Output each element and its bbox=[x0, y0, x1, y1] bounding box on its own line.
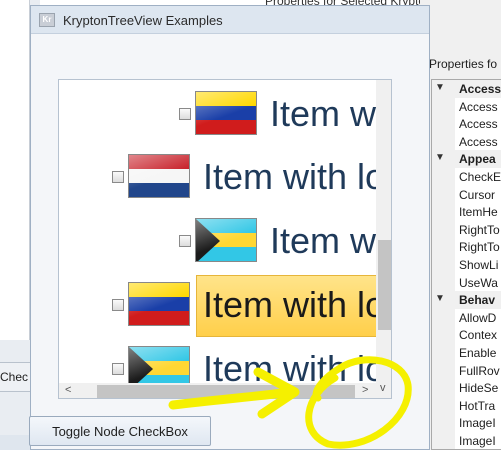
property-gutter bbox=[432, 220, 455, 239]
property-row[interactable]: AllowD bbox=[432, 308, 501, 327]
property-name: RightTo bbox=[459, 240, 500, 255]
property-gutter bbox=[432, 97, 455, 116]
property-row[interactable]: RightTo bbox=[432, 220, 501, 239]
collapse-icon[interactable]: ▼ bbox=[435, 293, 445, 304]
property-category[interactable]: ▼ Access bbox=[432, 80, 501, 98]
property-gutter bbox=[432, 256, 455, 274]
property-gutter bbox=[432, 203, 455, 222]
property-name: CheckE bbox=[459, 170, 501, 184]
property-name: RightTo bbox=[459, 222, 500, 237]
toggle-node-checkbox-button[interactable]: Toggle Node CheckBox bbox=[29, 416, 211, 446]
property-row[interactable]: HideSe bbox=[432, 379, 501, 398]
property-gutter bbox=[432, 238, 455, 257]
scrollbar-corner: v bbox=[376, 382, 391, 398]
property-gutter bbox=[432, 326, 455, 345]
bahamas-flag-icon bbox=[195, 218, 257, 262]
background-white-area bbox=[0, 0, 30, 340]
property-category-label: Behav bbox=[459, 293, 496, 308]
vertical-scroll-thumb[interactable] bbox=[378, 240, 391, 330]
property-gutter bbox=[432, 168, 455, 186]
property-row[interactable]: Cursor bbox=[432, 185, 501, 204]
property-gutter bbox=[432, 185, 455, 204]
property-name: ImageI bbox=[459, 434, 496, 448]
collapse-icon[interactable]: ▼ bbox=[435, 82, 445, 93]
property-row[interactable]: ShowLi bbox=[432, 256, 501, 274]
title-bar[interactable]: Kr KryptonTreeView Examples bbox=[31, 6, 429, 34]
venezuela-flag-icon bbox=[195, 91, 257, 135]
horizontal-scroll-thumb[interactable] bbox=[97, 385, 355, 398]
property-name: Access bbox=[459, 99, 498, 114]
property-row[interactable]: HotTra bbox=[432, 396, 501, 415]
node-label: Item with long text bbox=[270, 220, 391, 261]
collapse-icon[interactable]: ▼ bbox=[435, 152, 445, 163]
scroll-left-button[interactable]: < bbox=[65, 384, 71, 396]
node-checkbox[interactable] bbox=[179, 108, 191, 120]
property-category[interactable]: ▼ Appea bbox=[432, 150, 501, 169]
property-name: AllowD bbox=[459, 310, 497, 325]
property-name: HideSe bbox=[459, 381, 499, 396]
property-gutter bbox=[432, 432, 455, 449]
app-icon: Kr bbox=[39, 13, 55, 27]
property-category-label: Access bbox=[459, 82, 501, 96]
property-name: UseWa bbox=[459, 275, 498, 290]
tree-node-selected[interactable]: Item with long text bbox=[59, 275, 391, 337]
tree-node[interactable]: Item with long text bbox=[59, 211, 391, 267]
property-row[interactable]: ImageI bbox=[432, 432, 501, 449]
tree-view[interactable]: Item with long text Item with long text … bbox=[58, 79, 392, 399]
netherlands-flag-icon bbox=[128, 154, 190, 198]
node-label: Item with long text bbox=[270, 93, 391, 134]
node-label: Item with long text bbox=[203, 156, 391, 197]
property-name: ItemHe bbox=[459, 205, 498, 220]
scroll-right-button[interactable]: > bbox=[362, 384, 368, 396]
node-checkbox[interactable] bbox=[112, 299, 124, 311]
horizontal-scrollbar[interactable]: < > bbox=[59, 383, 376, 398]
properties-label: Properties fo bbox=[429, 57, 498, 71]
property-name: Access bbox=[459, 117, 498, 132]
property-row[interactable]: Access bbox=[432, 115, 501, 134]
property-gutter bbox=[432, 344, 455, 362]
venezuela-flag-icon bbox=[128, 282, 190, 326]
property-gutter bbox=[432, 396, 455, 415]
property-name: HotTra bbox=[459, 398, 496, 413]
node-checkbox[interactable] bbox=[112, 363, 124, 375]
property-category[interactable]: ▼ Behav bbox=[432, 291, 501, 310]
property-row[interactable]: RightTo bbox=[432, 238, 501, 257]
property-row[interactable]: Access bbox=[432, 97, 501, 116]
window-title: KryptonTreeView Examples bbox=[63, 13, 223, 28]
property-grid[interactable]: ▼ Access Access Access Access ▼ Appea CheckE Cur… bbox=[431, 79, 501, 450]
property-name: ImageI bbox=[459, 416, 496, 431]
property-name: FullRov bbox=[459, 363, 500, 378]
krypton-treeview-window: Kr KryptonTreeView Examples Item with lo… bbox=[29, 5, 430, 450]
node-checkbox[interactable] bbox=[112, 171, 124, 183]
property-row[interactable]: FullRov bbox=[432, 361, 501, 380]
property-row[interactable]: ImageI bbox=[432, 414, 501, 433]
property-name: Enable bbox=[459, 346, 497, 360]
scroll-down-button[interactable]: v bbox=[380, 382, 386, 394]
property-row[interactable]: CheckE bbox=[432, 168, 501, 186]
property-gutter bbox=[432, 115, 455, 134]
property-row[interactable]: Contex bbox=[432, 326, 501, 345]
tree-node[interactable]: Item with long text bbox=[59, 147, 391, 203]
property-gutter bbox=[432, 414, 455, 433]
property-name: ShowLi bbox=[459, 258, 499, 272]
property-gutter bbox=[432, 308, 455, 327]
property-category-label: Appea bbox=[459, 152, 496, 167]
property-name: Access bbox=[459, 134, 498, 149]
property-row[interactable]: Enable bbox=[432, 344, 501, 362]
property-name: Cursor bbox=[459, 187, 496, 202]
property-gutter bbox=[432, 273, 455, 292]
tree-node[interactable]: Item with long text bbox=[59, 85, 391, 141]
property-name: Contex bbox=[459, 328, 498, 343]
property-row[interactable]: Access bbox=[432, 132, 501, 151]
property-gutter bbox=[432, 361, 455, 380]
node-label: Item with long text bbox=[203, 284, 391, 325]
property-gutter bbox=[432, 132, 455, 151]
property-row[interactable]: UseWa bbox=[432, 273, 501, 292]
property-row[interactable]: ItemHe bbox=[432, 203, 501, 222]
property-gutter bbox=[432, 379, 455, 398]
node-checkbox[interactable] bbox=[179, 235, 191, 247]
vertical-scrollbar[interactable] bbox=[376, 80, 391, 383]
